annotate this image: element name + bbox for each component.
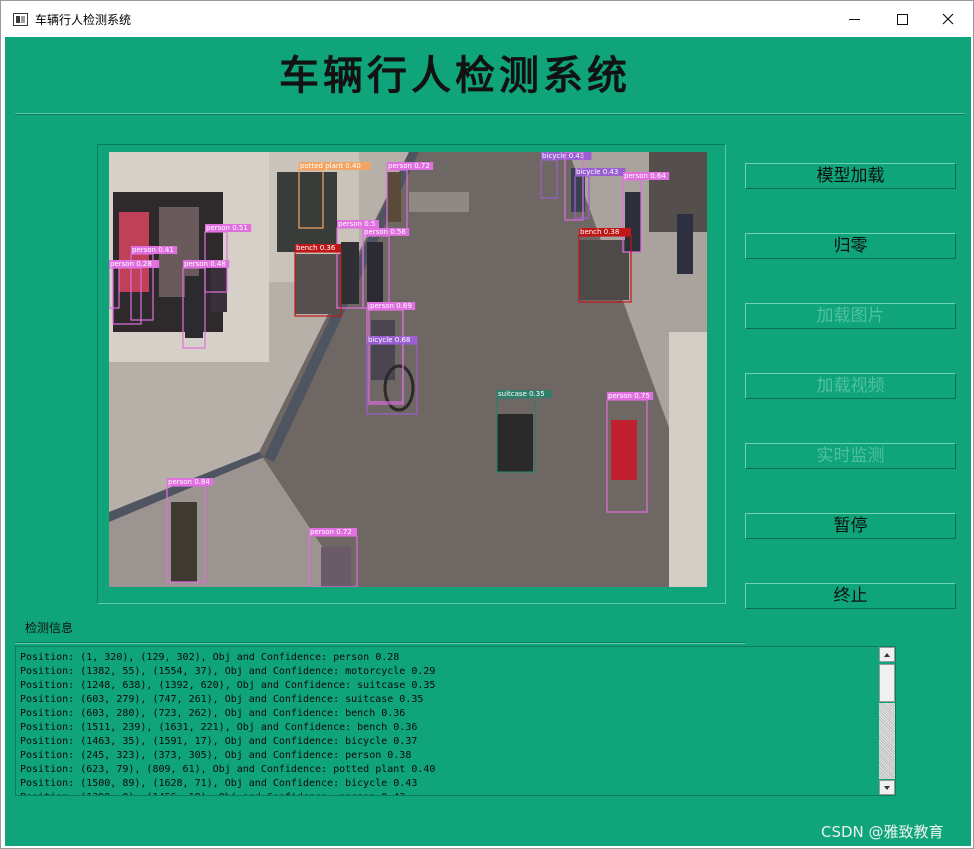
detection-label: bicycle 0.43 [542, 152, 584, 160]
load-model-button[interactable]: 模型加载 [745, 163, 956, 189]
video-display: potted plant 0.40 person 0.72 bicycle 0.43… [109, 152, 707, 587]
detection-label: person 0.64 [624, 172, 666, 180]
load-video-button[interactable]: 加载视频 [745, 373, 956, 399]
detection-label: person 0.5 [338, 220, 375, 228]
detection-label: bench 0.38 [580, 228, 619, 236]
log-line: Position: (245, 323), (373, 305), Obj an… [20, 750, 412, 761]
close-icon [942, 13, 954, 25]
log-line: Position: (1500, 89), (1628, 71), Obj an… [20, 778, 418, 789]
detection-label: person 0.72 [388, 162, 430, 170]
minimize-icon [848, 18, 860, 20]
detection-label: bicycle 0.43 [576, 168, 618, 176]
detection-label: person 0.48 [184, 260, 226, 268]
maximize-icon [896, 13, 908, 25]
log-line: Position: (1248, 638), (1392, 620), Obj … [20, 680, 436, 691]
log-line: Position: (1, 320), (129, 302), Obj and … [20, 652, 400, 663]
log-scrollbar[interactable] [879, 647, 895, 795]
log-line: Position: (1399, 0), (1456, 18), Obj and… [20, 791, 880, 795]
minimize-button[interactable] [831, 1, 877, 37]
detection-label: person 0.51 [206, 224, 248, 232]
detection-label: person 0.56 [364, 228, 406, 236]
scroll-track[interactable] [879, 703, 895, 779]
log-line: Position: (603, 280), (723, 262), Obj an… [20, 708, 406, 719]
scroll-down-icon[interactable] [879, 780, 895, 795]
detection-label: person 0.84 [168, 478, 210, 486]
log-line: Position: (623, 79), (809, 61), Obj and … [20, 764, 436, 775]
title-bar: 车辆行人检测系统 [1, 1, 973, 37]
street-scene: potted plant 0.40 person 0.72 bicycle 0.43… [109, 152, 707, 587]
log-line: Position: (1382, 55), (1554, 37), Obj an… [20, 666, 436, 677]
detection-label: person 0.69 [370, 302, 412, 310]
scroll-thumb[interactable] [879, 664, 895, 702]
detection-log[interactable]: Position: (1, 320), (129, 302), Obj and … [15, 646, 896, 796]
pause-button[interactable]: 暂停 [745, 513, 956, 539]
log-line: Position: (1511, 239), (1631, 221), Obj … [20, 722, 418, 733]
info-label: 检测信息 [25, 621, 74, 635]
load-image-button[interactable]: 加载图片 [745, 303, 956, 329]
stop-button[interactable]: 终止 [745, 583, 956, 609]
detection-label: suitcase 0.35 [498, 390, 545, 398]
header-divider [15, 113, 965, 115]
info-divider [15, 642, 745, 644]
reset-button[interactable]: 归零 [745, 233, 956, 259]
detection-label: bench 0.36 [296, 244, 336, 252]
log-line: Position: (603, 279), (747, 261), Obj an… [20, 694, 424, 705]
watermark: CSDN @雅致教育 [821, 823, 944, 841]
app-icon [13, 13, 28, 26]
detection-label: person 0.28 [110, 260, 152, 268]
detection-label: potted plant 0.40 [300, 162, 361, 170]
page-title: 车辆行人检测系统 [279, 52, 631, 99]
detection-label: person 0.41 [132, 246, 174, 254]
close-button[interactable] [925, 1, 971, 37]
log-line: Position: (1463, 35), (1591, 17), Obj an… [20, 736, 418, 747]
scroll-up-icon[interactable] [879, 647, 895, 662]
app-window: 车辆行人检测系统 车辆行人检测系统 potted plant 0.40 pers… [0, 0, 974, 849]
realtime-monitor-button[interactable]: 实时监测 [745, 443, 956, 469]
detection-label: bicycle 0.68 [368, 336, 410, 344]
detection-label: person 0.72 [310, 528, 352, 536]
main-panel: 车辆行人检测系统 potted plant 0.40 person 0.72 b… [5, 37, 971, 846]
maximize-button[interactable] [879, 1, 925, 37]
detection-label: person 0.75 [608, 392, 650, 400]
window-title: 车辆行人检测系统 [35, 13, 132, 27]
